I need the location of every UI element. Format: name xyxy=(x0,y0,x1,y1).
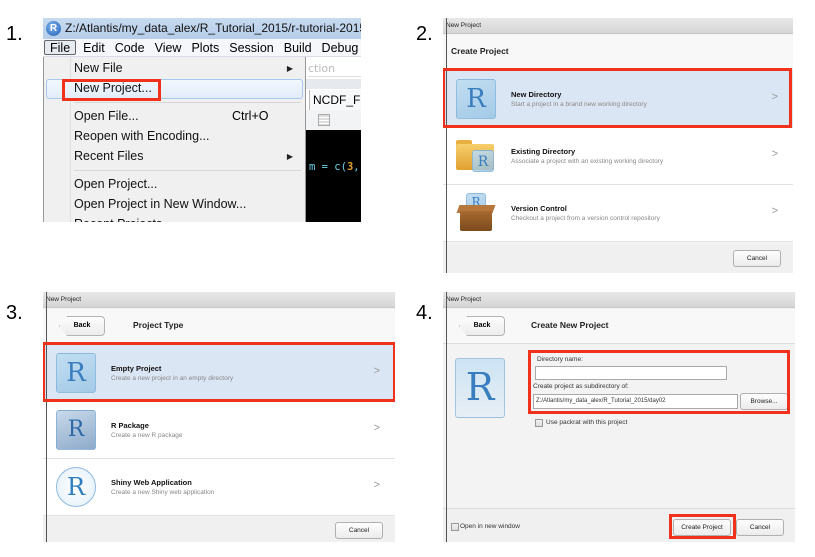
open-new-window-label: Open in new window xyxy=(460,523,520,530)
step-number-4: 4. xyxy=(416,302,433,324)
menu-item-recent-files[interactable]: Recent Files xyxy=(74,146,143,166)
menu-edit[interactable]: Edit xyxy=(78,39,110,56)
function-search[interactable]: ction xyxy=(308,60,361,77)
option-title: Existing Directory xyxy=(511,147,576,156)
dialog-footer: Open in new window Create Project Cancel xyxy=(443,508,795,542)
r-logo-icon: R xyxy=(46,21,61,36)
menu-build[interactable]: Build xyxy=(279,39,317,56)
highlight-box xyxy=(43,342,395,402)
option-shiny-web-application[interactable]: R Shiny Web Application Create a new Shi… xyxy=(43,459,395,516)
header-title: Create Project xyxy=(451,46,509,56)
option-description: Checkout a project from a version contro… xyxy=(511,215,660,222)
menu-item-recent-projects[interactable]: Recent Projects xyxy=(74,214,162,222)
editor-toolbar xyxy=(306,110,361,130)
project-type-dialog: New Project Back Project Type R Empty Pr… xyxy=(43,292,395,542)
create-new-project-dialog: New Project Back Create New Project R Di… xyxy=(443,292,795,542)
code-editor[interactable]: m = c(3, xyxy=(306,130,361,222)
back-button[interactable]: Back xyxy=(459,316,505,336)
tab-strip xyxy=(306,79,361,89)
option-description: Associate a project with an existing wor… xyxy=(511,158,664,165)
code-line: m = c(3, xyxy=(309,161,360,173)
dialog-titlebar: New Project xyxy=(43,292,395,308)
create-project-dialog: New Project Create Project R New Directo… xyxy=(443,18,793,273)
header-title: Project Type xyxy=(133,320,184,330)
chevron-right-icon: > xyxy=(373,422,380,434)
window-edge xyxy=(46,292,47,542)
step-number-3: 3. xyxy=(6,302,23,324)
r-package-icon: R xyxy=(56,410,96,450)
menu-item-reopen-encoding[interactable]: Reopen with Encoding... xyxy=(74,126,210,146)
rstudio-file-menu-screenshot: R Z:/Atlantis/my_data_alex/R_Tutorial_20… xyxy=(43,18,361,222)
submenu-arrow-icon: ▶ xyxy=(286,152,293,161)
back-button[interactable]: Back xyxy=(59,316,105,336)
highlight-box xyxy=(62,79,161,101)
option-description: Create a new R package xyxy=(111,432,183,439)
highlight-box xyxy=(669,514,736,539)
chevron-right-icon: > xyxy=(771,148,778,160)
menu-item-open-project-new-window[interactable]: Open Project in New Window... xyxy=(74,194,246,214)
dialog-titlebar: New Project xyxy=(443,292,795,308)
submenu-arrow-icon: ▶ xyxy=(286,64,293,73)
menu-code[interactable]: Code xyxy=(110,39,150,56)
box-r-icon: R xyxy=(456,193,496,233)
menu-separator xyxy=(74,102,301,103)
chevron-right-icon: > xyxy=(373,479,380,491)
option-version-control[interactable]: R Version Control Checkout a project fro… xyxy=(443,185,793,242)
editor-area: ction NCDF_Functions m = c(3, xyxy=(306,57,361,222)
step-number-2: 2. xyxy=(416,23,433,45)
option-title: Version Control xyxy=(511,204,567,213)
step-number-1: 1. xyxy=(6,23,23,45)
chevron-right-icon: > xyxy=(771,205,778,217)
menu-session[interactable]: Session xyxy=(224,39,278,56)
option-existing-directory[interactable]: R Existing Directory Associate a project… xyxy=(443,128,793,185)
header-title: Create New Project xyxy=(531,320,609,330)
dialog-titlebar: New Project xyxy=(443,18,793,34)
window-edge xyxy=(446,18,447,273)
open-new-window-checkbox[interactable] xyxy=(451,523,459,531)
option-description: Create a new Shiny web application xyxy=(111,489,215,496)
option-r-package[interactable]: R R Package Create a new R package > xyxy=(43,402,395,459)
editor-tab[interactable]: NCDF_Functions xyxy=(309,90,361,110)
cancel-button[interactable]: Cancel xyxy=(736,519,784,536)
menu-item-open-file[interactable]: Open File... xyxy=(74,106,139,126)
cancel-button[interactable]: Cancel xyxy=(335,522,383,539)
option-title: R Package xyxy=(111,421,149,430)
dialog-header: Create Project xyxy=(443,35,793,70)
packrat-label: Use packrat with this project xyxy=(546,419,628,426)
option-title: Shiny Web Application xyxy=(111,478,192,487)
dialog-footer: Cancel xyxy=(443,243,793,273)
dialog-footer: Cancel xyxy=(43,517,395,542)
menu-item-new-file[interactable]: New File xyxy=(74,58,123,78)
packrat-checkbox[interactable] xyxy=(535,419,543,427)
document-icon[interactable] xyxy=(318,114,330,126)
menubar: File Edit Code View Plots Session Build … xyxy=(43,39,361,57)
folder-r-icon: R xyxy=(456,136,496,176)
cancel-button[interactable]: Cancel xyxy=(733,250,781,267)
menu-view[interactable]: View xyxy=(150,39,187,56)
dialog-header: Back Project Type xyxy=(43,309,395,344)
shiny-sphere-icon: R xyxy=(56,467,96,507)
r-cube-icon: R xyxy=(455,358,505,418)
window-edge xyxy=(446,292,447,542)
highlight-box xyxy=(528,350,790,414)
window-titlebar: R Z:/Atlantis/my_data_alex/R_Tutorial_20… xyxy=(43,18,361,39)
highlight-box xyxy=(443,68,792,128)
menu-file[interactable]: File xyxy=(44,40,77,55)
menu-debug[interactable]: Debug xyxy=(317,39,361,56)
shortcut-ctrl-o: Ctrl+O xyxy=(232,109,269,123)
menu-item-open-project[interactable]: Open Project... xyxy=(74,174,157,194)
window-title: Z:/Atlantis/my_data_alex/R_Tutorial_2015… xyxy=(65,21,361,35)
menu-separator xyxy=(74,170,301,171)
menu-plots[interactable]: Plots xyxy=(186,39,224,56)
dialog-header: Back Create New Project xyxy=(443,309,795,344)
